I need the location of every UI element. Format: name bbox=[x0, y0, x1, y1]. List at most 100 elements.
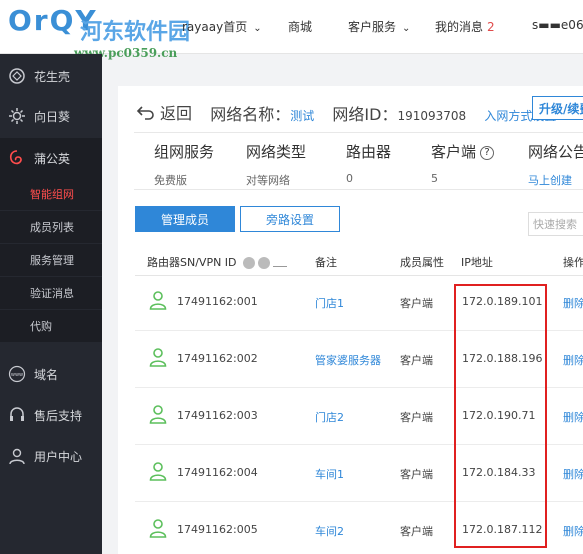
member-id: 17491162:001 bbox=[177, 295, 258, 308]
shell-icon bbox=[8, 67, 26, 85]
table-row: 17491162:003 门店2 客户端 172.0.190.71 删除 bbox=[135, 388, 583, 445]
back-arrow-icon bbox=[136, 106, 154, 120]
bypass-settings-button[interactable]: 旁路设置 bbox=[240, 206, 340, 232]
table-row: 17491162:002 管家婆服务器 客户端 172.0.188.196 删除 bbox=[135, 331, 583, 388]
sidebar-subitem-purchase[interactable]: 代购 bbox=[0, 310, 102, 342]
member-note-link[interactable]: 车间2 bbox=[315, 523, 344, 539]
nav-messages[interactable]: 我的消息 2 bbox=[435, 18, 495, 35]
network-id-value: 191093708 bbox=[397, 109, 467, 123]
column-header-sn: 路由器SN/VPN ID bbox=[147, 254, 290, 270]
hide-icon[interactable] bbox=[273, 259, 288, 267]
www-icon: www bbox=[8, 365, 26, 383]
client-filter-icon[interactable] bbox=[258, 257, 271, 269]
nav-account[interactable]: s▬▬e0629 bbox=[532, 18, 583, 32]
network-info-summary: 组网服务 免费版 网络类型 对等网络 路由器 0 客户端? 5 网络公告 马上创… bbox=[134, 132, 583, 190]
member-attribute: 客户端 bbox=[400, 354, 433, 367]
network-name-value[interactable]: 测试 bbox=[290, 109, 314, 123]
column-header-attribute: 成员属性 bbox=[400, 256, 444, 269]
upgrade-renew-button[interactable]: 升级/续费 bbox=[532, 96, 583, 120]
sidebar-item-user-center[interactable]: 用户中心 bbox=[0, 436, 102, 476]
sidebar-item-label: 花生壳 bbox=[34, 69, 71, 84]
back-label: 返回 bbox=[160, 104, 193, 123]
info-title: 路由器 bbox=[346, 143, 392, 161]
quick-search-input[interactable]: 快速搜索 bbox=[528, 212, 583, 236]
info-value: 0 bbox=[346, 172, 353, 185]
nav-mall[interactable]: 商城 bbox=[288, 18, 312, 35]
nav-customer-service[interactable]: 客户服务 ⌄ bbox=[348, 18, 410, 35]
client-user-icon bbox=[149, 461, 167, 481]
info-value: 免费版 bbox=[154, 174, 187, 187]
client-user-icon bbox=[149, 347, 167, 367]
member-ip: 172.0.189.101 bbox=[462, 295, 543, 308]
network-name-label: 网络名称： bbox=[210, 105, 291, 124]
sidebar-item-label: 用户中心 bbox=[34, 449, 83, 464]
member-id: 17491162:005 bbox=[177, 523, 258, 536]
member-attribute: 客户端 bbox=[400, 525, 433, 538]
sidebar-item-after-sales[interactable]: 售后支持 bbox=[0, 395, 102, 435]
sidebar-item-peanut-shell[interactable]: 花生壳 bbox=[0, 56, 102, 96]
sidebar-item-label: 蒲公英 bbox=[34, 151, 71, 166]
router-filter-icon[interactable] bbox=[243, 257, 256, 269]
sidebar-subitem-verification-messages[interactable]: 验证消息 bbox=[0, 277, 102, 309]
delete-member-button[interactable]: 删除 bbox=[563, 295, 583, 311]
nav-customer-service-label: 客户服务 bbox=[348, 20, 397, 34]
table-row: 17491162:005 车间2 客户端 172.0.187.112 删除 bbox=[135, 502, 583, 554]
chevron-down-icon: ⌄ bbox=[402, 23, 411, 34]
info-announcement: 网络公告 马上创建 bbox=[528, 141, 583, 188]
sidebar-item-sunflower[interactable]: 向日葵 bbox=[0, 96, 102, 136]
nav-mall-label: 商城 bbox=[288, 20, 313, 34]
filter-icons bbox=[243, 257, 290, 269]
user-icon bbox=[8, 447, 26, 465]
nav-home[interactable]: rayaay首页 ⌄ bbox=[182, 18, 262, 35]
info-value: 5 bbox=[431, 172, 438, 185]
member-attribute: 客户端 bbox=[400, 297, 433, 310]
nav-messages-label: 我的消息 bbox=[435, 20, 484, 34]
sunflower-icon bbox=[8, 107, 26, 125]
dandelion-icon bbox=[8, 149, 26, 167]
column-header-note: 备注 bbox=[315, 256, 337, 269]
member-id: 17491162:003 bbox=[177, 409, 258, 422]
create-announcement-link[interactable]: 马上创建 bbox=[528, 172, 583, 188]
member-attribute: 客户端 bbox=[400, 468, 433, 481]
sidebar-subitem-service-management[interactable]: 服务管理 bbox=[0, 244, 102, 276]
info-value: 对等网络 bbox=[246, 174, 290, 187]
delete-member-button[interactable]: 删除 bbox=[563, 466, 583, 482]
main-panel: 返回 网络名称：测试 网络ID：191093708 入网方式设置 升级/续费 组… bbox=[118, 86, 583, 554]
member-ip: 172.0.188.196 bbox=[462, 352, 543, 365]
sidebar-subitem-member-list[interactable]: 成员列表 bbox=[0, 211, 102, 243]
client-user-icon bbox=[149, 290, 167, 310]
sidebar-subitem-smart-network[interactable]: 智能组网 bbox=[0, 178, 102, 210]
member-note-link[interactable]: 管家婆服务器 bbox=[315, 352, 381, 368]
member-attribute: 客户端 bbox=[400, 411, 433, 424]
delete-member-button[interactable]: 删除 bbox=[563, 409, 583, 425]
sidebar: 花生壳 向日葵 蒲公英 智能组网 成员列表 服务管理 验证消息 代购 www 域… bbox=[0, 54, 102, 554]
client-user-icon bbox=[149, 518, 167, 538]
headset-icon bbox=[8, 406, 26, 424]
member-ip: 172.0.187.112 bbox=[462, 523, 543, 536]
manage-members-button[interactable]: 管理成员 bbox=[135, 206, 235, 232]
account-name: s▬▬e0629 bbox=[532, 18, 583, 32]
member-note-link[interactable]: 门店2 bbox=[315, 409, 344, 425]
column-header-ip: IP地址 bbox=[461, 256, 493, 269]
info-network-type: 网络类型 对等网络 bbox=[246, 141, 306, 188]
table-row: 17491162:001 门店1 客户端 172.0.189.101 删除 bbox=[135, 274, 583, 331]
sidebar-item-dandelion[interactable]: 蒲公英 bbox=[0, 138, 102, 178]
sidebar-item-label: 域名 bbox=[34, 367, 59, 382]
nav-home-label: rayaay首页 bbox=[182, 20, 248, 34]
member-note-link[interactable]: 车间1 bbox=[315, 466, 344, 482]
info-service: 组网服务 免费版 bbox=[154, 141, 214, 188]
watermark-text: 河东软件园 bbox=[80, 20, 191, 45]
column-header-sn-label: 路由器SN/VPN ID bbox=[147, 256, 237, 269]
delete-member-button[interactable]: 删除 bbox=[563, 352, 583, 368]
sidebar-item-domain[interactable]: www 域名 bbox=[0, 354, 102, 394]
svg-text:www: www bbox=[11, 372, 23, 378]
member-ip: 172.0.184.33 bbox=[462, 466, 536, 479]
member-note-link[interactable]: 门店1 bbox=[315, 295, 344, 311]
chevron-down-icon: ⌄ bbox=[253, 23, 262, 34]
network-id-label: 网络ID： bbox=[332, 105, 398, 124]
help-icon[interactable]: ? bbox=[480, 145, 495, 160]
info-title: 客户端 bbox=[431, 143, 477, 161]
back-button[interactable]: 返回 bbox=[136, 100, 192, 124]
delete-member-button[interactable]: 删除 bbox=[563, 523, 583, 539]
table-row: 17491162:004 车间1 客户端 172.0.184.33 删除 bbox=[135, 445, 583, 502]
